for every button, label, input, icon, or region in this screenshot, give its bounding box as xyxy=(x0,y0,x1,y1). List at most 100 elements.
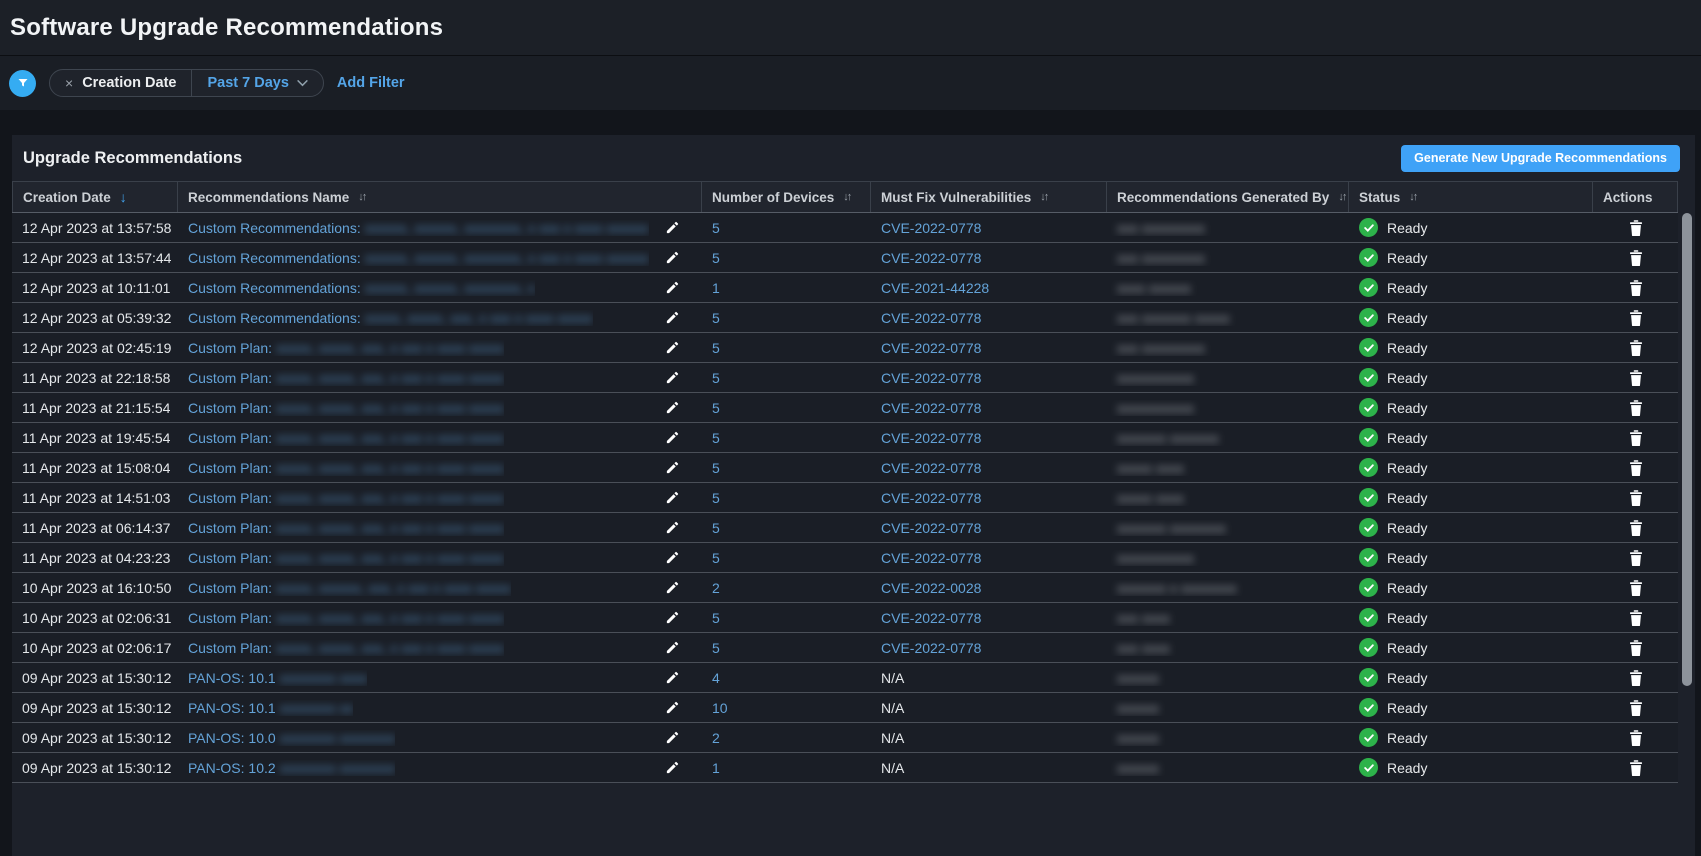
delete-row-button[interactable] xyxy=(1627,518,1645,538)
must-fix-link[interactable]: CVE-2022-0778 xyxy=(881,370,981,386)
column-header-recommendations-generated-by[interactable]: Recommendations Generated By ↓↑ xyxy=(1107,182,1349,212)
recommendation-name-link[interactable]: Custom Plan: xxxxx, xxxxx, xxx, x xxx x … xyxy=(188,640,504,656)
recommendation-name-link[interactable]: Custom Plan: xxxxx, xxxxx, xxx, x xxx x … xyxy=(188,340,504,356)
edit-name-button[interactable] xyxy=(663,548,682,567)
devices-count-link[interactable]: 5 xyxy=(712,370,720,386)
column-header-recommendations-name[interactable]: Recommendations Name ↓↑ xyxy=(178,182,702,212)
edit-name-button[interactable] xyxy=(663,458,682,477)
delete-row-button[interactable] xyxy=(1627,608,1645,628)
devices-count-link[interactable]: 5 xyxy=(712,490,720,506)
edit-name-button[interactable] xyxy=(663,578,682,597)
recommendation-name-link[interactable]: Custom Plan: xxxxx, xxxxx, xxx, x xxx x … xyxy=(188,370,504,386)
devices-count-link[interactable]: 4 xyxy=(712,670,720,686)
must-fix-link[interactable]: CVE-2021-44228 xyxy=(881,280,989,296)
delete-row-button[interactable] xyxy=(1627,728,1645,748)
recommendation-name-link[interactable]: Custom Recommendations: xxxxx, xxxxx, xx… xyxy=(188,310,593,326)
generate-recommendations-button[interactable]: Generate New Upgrade Recommendations xyxy=(1401,145,1680,172)
devices-count-link[interactable]: 2 xyxy=(712,580,720,596)
devices-count-link[interactable]: 5 xyxy=(712,550,720,566)
filter-chip-remove[interactable]: × Creation Date xyxy=(50,70,191,96)
recommendation-name-link[interactable]: PAN-OS: 10.2 xxxxxxxx xxxxxxxx xyxy=(188,760,395,776)
delete-row-button[interactable] xyxy=(1627,548,1645,568)
edit-name-button[interactable] xyxy=(663,398,682,417)
column-header-status[interactable]: Status ↓↑ xyxy=(1349,182,1593,212)
devices-count-link[interactable]: 5 xyxy=(712,310,720,326)
devices-count-link[interactable]: 1 xyxy=(712,280,720,296)
must-fix-link[interactable]: CVE-2022-0778 xyxy=(881,310,981,326)
edit-name-button[interactable] xyxy=(663,488,682,507)
must-fix-link[interactable]: CVE-2022-0778 xyxy=(881,520,981,536)
recommendation-name-link[interactable]: Custom Plan: xxxxx, xxxxx, xxx, x xxx x … xyxy=(188,400,504,416)
delete-row-button[interactable] xyxy=(1627,338,1645,358)
delete-row-button[interactable] xyxy=(1627,218,1645,238)
recommendation-name-link[interactable]: PAN-OS: 10.1 xxxxxxxx xxxx xyxy=(188,670,367,686)
devices-count-link[interactable]: 2 xyxy=(712,730,720,746)
edit-name-button[interactable] xyxy=(663,338,682,357)
delete-row-button[interactable] xyxy=(1627,668,1645,688)
devices-count-link[interactable]: 5 xyxy=(712,250,720,266)
delete-row-button[interactable] xyxy=(1627,308,1645,328)
devices-count-link[interactable]: 5 xyxy=(712,460,720,476)
recommendation-name-link[interactable]: Custom Recommendations: xxxxxx, xxxxxx, … xyxy=(188,280,535,296)
recommendation-name-link[interactable]: Custom Plan: xxxxx, xxxxx, xxx, x xxx x … xyxy=(188,460,504,476)
must-fix-link[interactable]: CVE-2022-0778 xyxy=(881,610,981,626)
must-fix-link[interactable]: CVE-2022-0778 xyxy=(881,490,981,506)
delete-row-button[interactable] xyxy=(1627,698,1645,718)
recommendation-name-link[interactable]: Custom Plan: xxxxx, xxxxx, xxx, x xxx x … xyxy=(188,490,504,506)
edit-name-button[interactable] xyxy=(663,728,682,747)
edit-name-button[interactable] xyxy=(663,518,682,537)
delete-row-button[interactable] xyxy=(1627,758,1645,778)
delete-row-button[interactable] xyxy=(1627,638,1645,658)
add-filter-link[interactable]: Add Filter xyxy=(337,75,405,91)
filter-chip-value-dropdown[interactable]: Past 7 Days xyxy=(192,70,322,96)
devices-count-link[interactable]: 5 xyxy=(712,430,720,446)
recommendation-name-link[interactable]: Custom Plan: xxxxx, xxxxx, xxx, x xxx x … xyxy=(188,520,504,536)
must-fix-link[interactable]: CVE-2022-0778 xyxy=(881,640,981,656)
edit-name-button[interactable] xyxy=(663,428,682,447)
must-fix-link[interactable]: CVE-2022-0028 xyxy=(881,580,981,596)
edit-name-button[interactable] xyxy=(663,308,682,327)
edit-name-button[interactable] xyxy=(663,668,682,687)
recommendation-name-link[interactable]: Custom Plan: xxxxx, xxxxxx, xxx, x xxx x… xyxy=(188,580,511,596)
delete-row-button[interactable] xyxy=(1627,368,1645,388)
edit-name-button[interactable] xyxy=(663,218,682,237)
delete-row-button[interactable] xyxy=(1627,488,1645,508)
vertical-scrollbar-thumb[interactable] xyxy=(1682,213,1692,686)
edit-name-button[interactable] xyxy=(663,638,682,657)
must-fix-link[interactable]: CVE-2022-0778 xyxy=(881,220,981,236)
column-header-number-of-devices[interactable]: Number of Devices ↓↑ xyxy=(702,182,871,212)
devices-count-link[interactable]: 5 xyxy=(712,520,720,536)
edit-name-button[interactable] xyxy=(663,368,682,387)
column-header-creation-date[interactable]: Creation Date ↓ xyxy=(12,182,178,212)
devices-count-link[interactable]: 5 xyxy=(712,640,720,656)
must-fix-link[interactable]: CVE-2022-0778 xyxy=(881,550,981,566)
delete-row-button[interactable] xyxy=(1627,428,1645,448)
must-fix-link[interactable]: CVE-2022-0778 xyxy=(881,460,981,476)
filter-button[interactable] xyxy=(9,70,36,97)
devices-count-link[interactable]: 1 xyxy=(712,760,720,776)
column-header-must-fix-vulnerabilities[interactable]: Must Fix Vulnerabilities ↓↑ xyxy=(871,182,1107,212)
recommendation-name-link[interactable]: PAN-OS: 10.0 xxxxxxxx xxxxxxxx xyxy=(188,730,395,746)
edit-name-button[interactable] xyxy=(663,758,682,777)
recommendation-name-link[interactable]: Custom Plan: xxxxx, xxxxx, xxx, x xxx x … xyxy=(188,430,504,446)
delete-row-button[interactable] xyxy=(1627,398,1645,418)
recommendation-name-link[interactable]: PAN-OS: 10.1 xxxxxxxx xx xyxy=(188,700,353,716)
devices-count-link[interactable]: 5 xyxy=(712,610,720,626)
must-fix-link[interactable]: CVE-2022-0778 xyxy=(881,400,981,416)
edit-name-button[interactable] xyxy=(663,608,682,627)
delete-row-button[interactable] xyxy=(1627,278,1645,298)
recommendation-name-link[interactable]: Custom Recommendations: xxxxxx, xxxxxx, … xyxy=(188,250,649,266)
delete-row-button[interactable] xyxy=(1627,458,1645,478)
edit-name-button[interactable] xyxy=(663,698,682,717)
devices-count-link[interactable]: 10 xyxy=(712,700,728,716)
recommendation-name-link[interactable]: Custom Plan: xxxxx, xxxxx, xxx, x xxx x … xyxy=(188,550,504,566)
must-fix-link[interactable]: CVE-2022-0778 xyxy=(881,430,981,446)
edit-name-button[interactable] xyxy=(663,278,682,297)
edit-name-button[interactable] xyxy=(663,248,682,267)
recommendation-name-link[interactable]: Custom Recommendations: xxxxxx, xxxxxx, … xyxy=(188,220,649,236)
delete-row-button[interactable] xyxy=(1627,578,1645,598)
must-fix-link[interactable]: CVE-2022-0778 xyxy=(881,340,981,356)
recommendation-name-link[interactable]: Custom Plan: xxxxx, xxxxx, xxx, x xxx x … xyxy=(188,610,504,626)
devices-count-link[interactable]: 5 xyxy=(712,400,720,416)
devices-count-link[interactable]: 5 xyxy=(712,220,720,236)
